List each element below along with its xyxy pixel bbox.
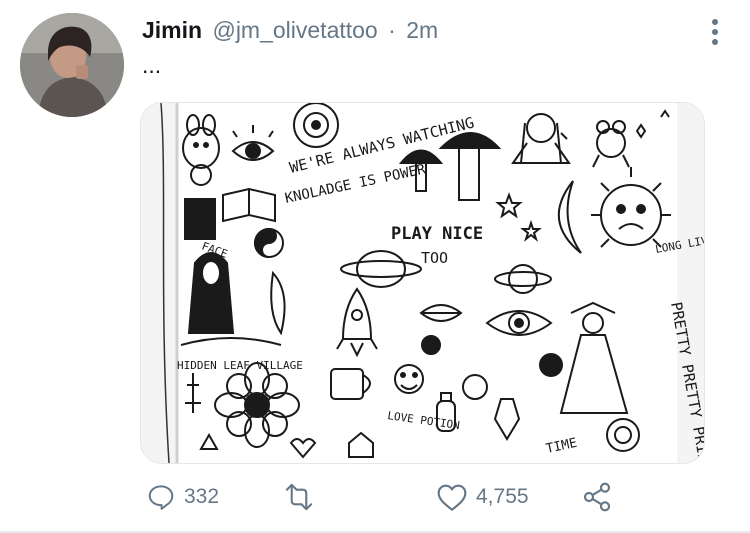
avatar[interactable] [20,13,124,117]
reply-count: 332 [184,485,220,508]
reply-button[interactable]: 332 [146,482,219,512]
separator-dot: · [388,17,396,43]
retweet-button[interactable] [282,482,324,512]
like-button[interactable]: 4,755 [436,482,529,512]
retweet-icon [285,483,313,511]
doodle-sketch-image: WE'RE ALWAYS WATCHING KNOLADGE IS POWER [141,103,704,463]
hatched-block [184,198,216,240]
like-icon [437,484,467,511]
tweet-header: Jimin @jm_olivetattoo · 2m [142,17,438,44]
reply-icon [148,485,174,510]
share-button[interactable] [581,481,613,513]
tweet-image[interactable]: WE'RE ALWAYS WATCHING KNOLADGE IS POWER [140,102,705,464]
timestamp[interactable]: 2m [406,17,438,43]
faceless-doodle [187,252,235,334]
tweet-actions: 332 4,755 [0,478,750,518]
image-text-hidden-leaf: HIDDEN LEAF VILLAGE [177,359,303,372]
tweet-text: ... [142,52,162,78]
like-count: 4,755 [476,485,529,508]
share-icon [583,482,611,512]
author-handle[interactable]: @jm_olivetattoo [212,17,377,43]
avatar-photo [20,13,124,117]
author-name[interactable]: Jimin [142,17,202,43]
more-vertical-icon[interactable] [710,18,720,46]
image-text-play-nice: PLAY NICE [391,224,483,244]
image-text-too: TOO [421,249,448,267]
